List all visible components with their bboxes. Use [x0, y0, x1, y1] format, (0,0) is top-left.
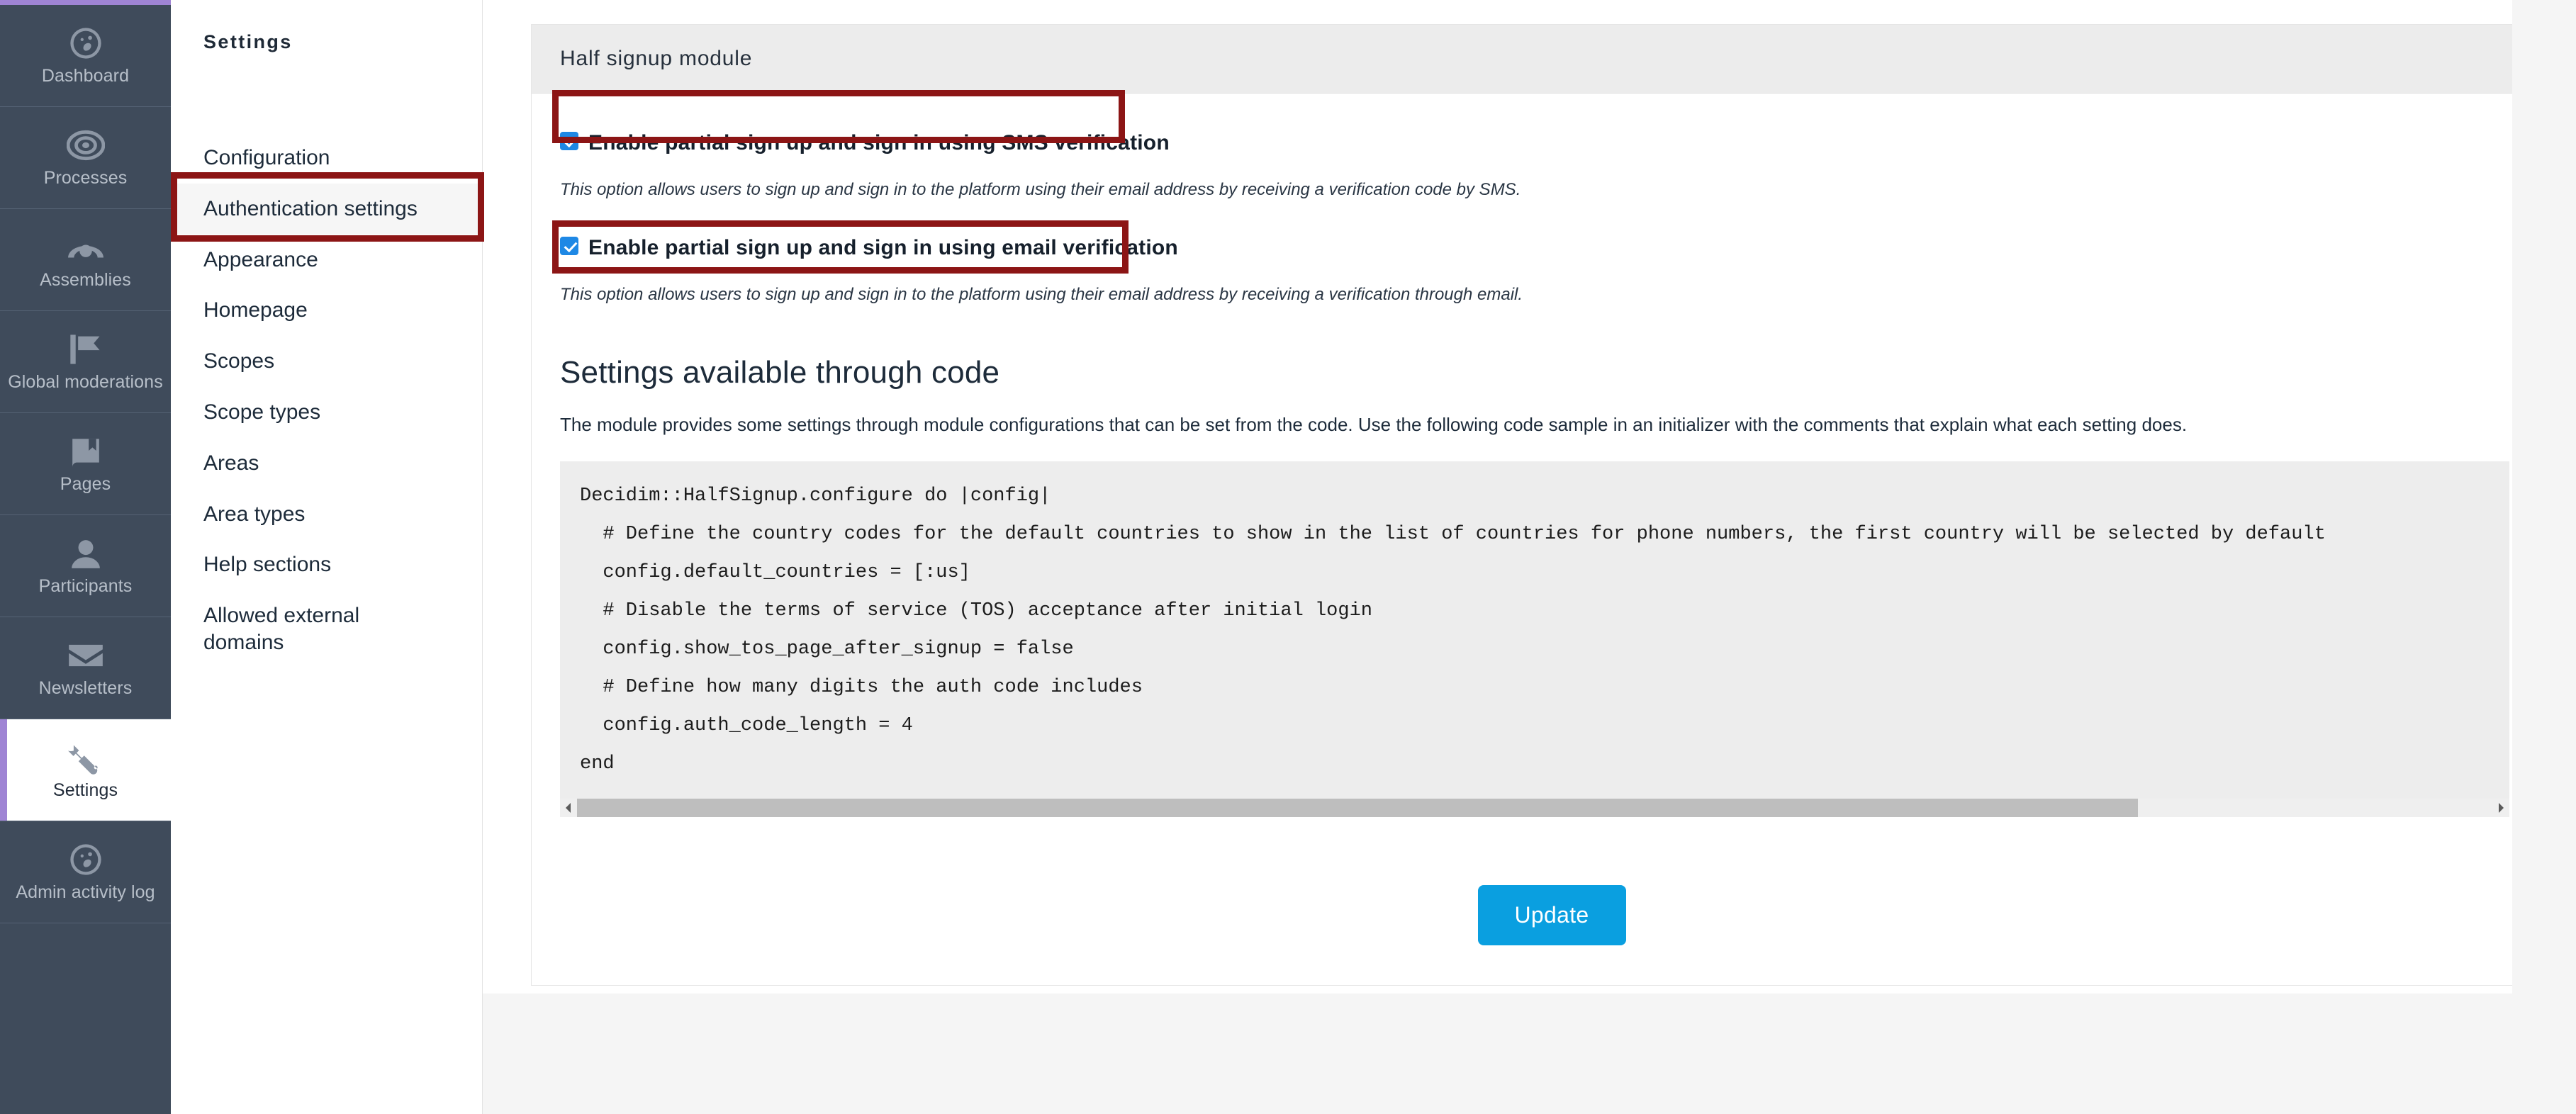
- sms-verification-label[interactable]: Enable partial sign up and sign in using…: [588, 128, 1170, 157]
- secondary-nav-item: Scope types: [171, 387, 482, 438]
- code-section-paragraph: The module provides some settings throug…: [560, 413, 2188, 435]
- sidebar-item-label: Dashboard: [41, 66, 130, 86]
- sidebar-item-pages[interactable]: Pages: [0, 413, 171, 515]
- secondary-nav-item: Authentication settings: [171, 183, 482, 235]
- target-icon: [63, 127, 108, 164]
- secondary-nav-item: Scopes: [171, 336, 482, 387]
- scroll-right-arrow-icon[interactable]: [2492, 799, 2509, 817]
- right-gutter: [2512, 0, 2576, 1114]
- dashboard-icon: [63, 25, 108, 62]
- sidebar-item-label: Settings: [52, 780, 118, 801]
- sidebar-item-label: Participants: [38, 576, 133, 597]
- secondary-item-areas[interactable]: Areas: [171, 438, 482, 489]
- sidebar-item-newsletters[interactable]: Newsletters: [0, 617, 171, 719]
- sms-verification-help: This option allows users to sign up and …: [560, 180, 1521, 199]
- page-title: Half signup module: [560, 47, 753, 70]
- sidebar-item-label: Pages: [60, 474, 111, 495]
- book-icon: [63, 433, 108, 470]
- page-footer-strip: [483, 994, 2576, 1114]
- admin-settings-page: Dashboard Processes Assemblies Global mo…: [0, 0, 2576, 1114]
- secondary-nav-item: Allowed external domains: [171, 590, 482, 668]
- secondary-nav-list: Configuration Authentication settings Ap…: [171, 133, 482, 668]
- secondary-item-homepage[interactable]: Homepage: [171, 285, 482, 336]
- activity-icon: [63, 841, 108, 878]
- code-section-title: Settings available through code: [560, 354, 1000, 390]
- email-verification-checkbox[interactable]: [560, 237, 578, 256]
- secondary-nav-title: Settings: [203, 31, 293, 52]
- secondary-item-allowed-external-domains[interactable]: Allowed external domains: [171, 590, 405, 668]
- secondary-nav-item: Configuration: [171, 133, 482, 184]
- flag-icon: [63, 331, 108, 368]
- sidebar-item-settings[interactable]: Settings: [0, 719, 171, 821]
- secondary-item-help-sections[interactable]: Help sections: [171, 539, 482, 590]
- secondary-item-appearance[interactable]: Appearance: [171, 235, 482, 286]
- email-option-row: Enable partial sign up and sign in using…: [560, 232, 2543, 261]
- top-accent-bar: [0, 0, 171, 5]
- wrench-icon: [63, 739, 108, 776]
- card-header: Half signup module: [532, 25, 2572, 94]
- sidebar-item-admin-activity-log[interactable]: Admin activity log: [0, 821, 171, 923]
- secondary-item-area-types[interactable]: Area types: [171, 489, 482, 540]
- envelope-icon: [63, 637, 108, 674]
- scrollbar-thumb[interactable]: [577, 798, 2139, 817]
- code-horizontal-scrollbar[interactable]: [560, 798, 2509, 817]
- sms-verification-checkbox[interactable]: [560, 132, 578, 150]
- secondary-nav-item: Areas: [171, 438, 482, 489]
- secondary-nav-item: Homepage: [171, 285, 482, 336]
- email-verification-help: This option allows users to sign up and …: [560, 285, 1523, 305]
- person-icon: [63, 535, 108, 572]
- sidebar-item-processes[interactable]: Processes: [0, 107, 171, 209]
- secondary-item-authentication-settings[interactable]: Authentication settings: [171, 183, 482, 235]
- main-content: Half signup module Enable partial sign u…: [483, 0, 2576, 1114]
- email-verification-label[interactable]: Enable partial sign up and sign in using…: [588, 232, 1178, 261]
- secondary-nav-item: Appearance: [171, 235, 482, 286]
- form-actions: Update: [560, 817, 2543, 945]
- sidebar-item-label: Global moderations: [8, 372, 163, 393]
- sidebar-item-label: Processes: [43, 168, 128, 189]
- card-body: Enable partial sign up and sign in using…: [532, 90, 2572, 945]
- secondary-item-scopes[interactable]: Scopes: [171, 336, 482, 387]
- secondary-item-configuration[interactable]: Configuration: [171, 133, 482, 184]
- sidebar-item-label: Assemblies: [40, 270, 131, 291]
- scrollbar-track[interactable]: [577, 798, 2492, 817]
- sidebar-item-label: Newsletters: [38, 678, 133, 699]
- secondary-nav-item: Help sections: [171, 539, 482, 590]
- secondary-sidebar: Settings Configuration Authentication se…: [171, 0, 484, 1114]
- sidebar-item-dashboard[interactable]: Dashboard: [0, 5, 171, 107]
- scroll-left-arrow-icon[interactable]: [560, 799, 577, 817]
- code-sample-block: Decidim::HalfSignup.configure do |config…: [560, 461, 2509, 817]
- assembly-icon: [63, 229, 108, 266]
- sidebar-item-global-moderations[interactable]: Global moderations: [0, 311, 171, 413]
- sidebar-item-participants[interactable]: Participants: [0, 515, 171, 617]
- secondary-nav-item: Area types: [171, 489, 482, 540]
- secondary-item-scope-types[interactable]: Scope types: [171, 387, 482, 438]
- code-sample-text: Decidim::HalfSignup.configure do |config…: [580, 485, 2326, 775]
- sms-option-row: Enable partial sign up and sign in using…: [560, 128, 2543, 157]
- half-signup-card: Half signup module Enable partial sign u…: [531, 24, 2572, 986]
- primary-sidebar: Dashboard Processes Assemblies Global mo…: [0, 0, 171, 1114]
- sidebar-item-assemblies[interactable]: Assemblies: [0, 209, 171, 311]
- sidebar-item-label: Admin activity log: [16, 882, 155, 903]
- update-button[interactable]: Update: [1477, 884, 1626, 945]
